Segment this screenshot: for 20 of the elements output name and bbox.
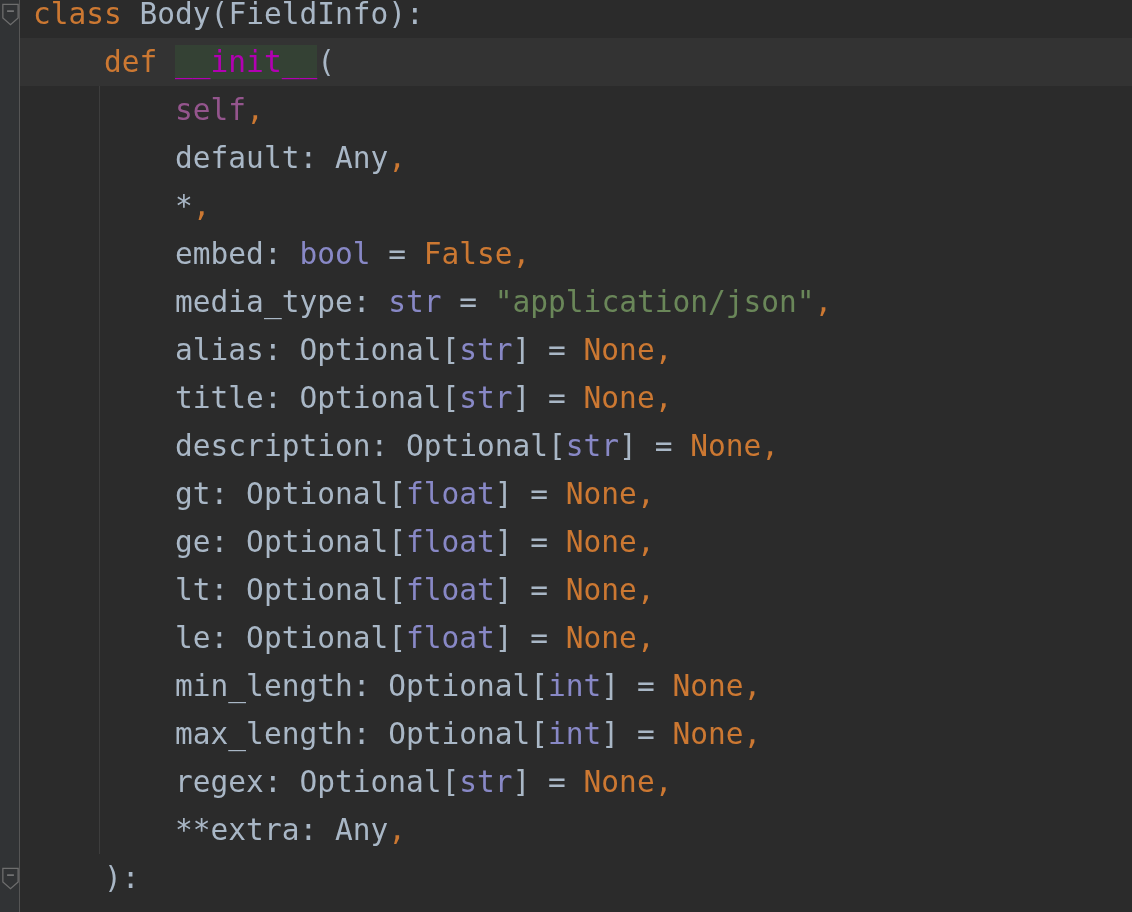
code-line: embed: bool = False, <box>175 237 531 271</box>
code-line: max_length: Optional[int] = None, <box>175 717 762 751</box>
code-line: class Body(FieldInfo): <box>33 0 424 31</box>
code-line: alias: Optional[str] = None, <box>175 333 673 367</box>
code-line: description: Optional[str] = None, <box>175 429 779 463</box>
code-line: ): <box>104 861 140 895</box>
code-line: *, <box>175 189 211 223</box>
fold-icon[interactable] <box>2 1 19 27</box>
fold-icon[interactable] <box>2 865 19 891</box>
code-line: ge: Optional[float] = None, <box>175 525 655 559</box>
code-line: self, <box>175 93 264 127</box>
code-line: **extra: Any, <box>175 813 406 847</box>
code-line: gt: Optional[float] = None, <box>175 477 655 511</box>
code-line: regex: Optional[str] = None, <box>175 765 673 799</box>
code-line: title: Optional[str] = None, <box>175 381 673 415</box>
code-line: lt: Optional[float] = None, <box>175 573 655 607</box>
code-line: le: Optional[float] = None, <box>175 621 655 655</box>
code-line: default: Any, <box>175 141 406 175</box>
code-line: min_length: Optional[int] = None, <box>175 669 762 703</box>
code-line: media_type: str = "application/json", <box>175 285 833 319</box>
